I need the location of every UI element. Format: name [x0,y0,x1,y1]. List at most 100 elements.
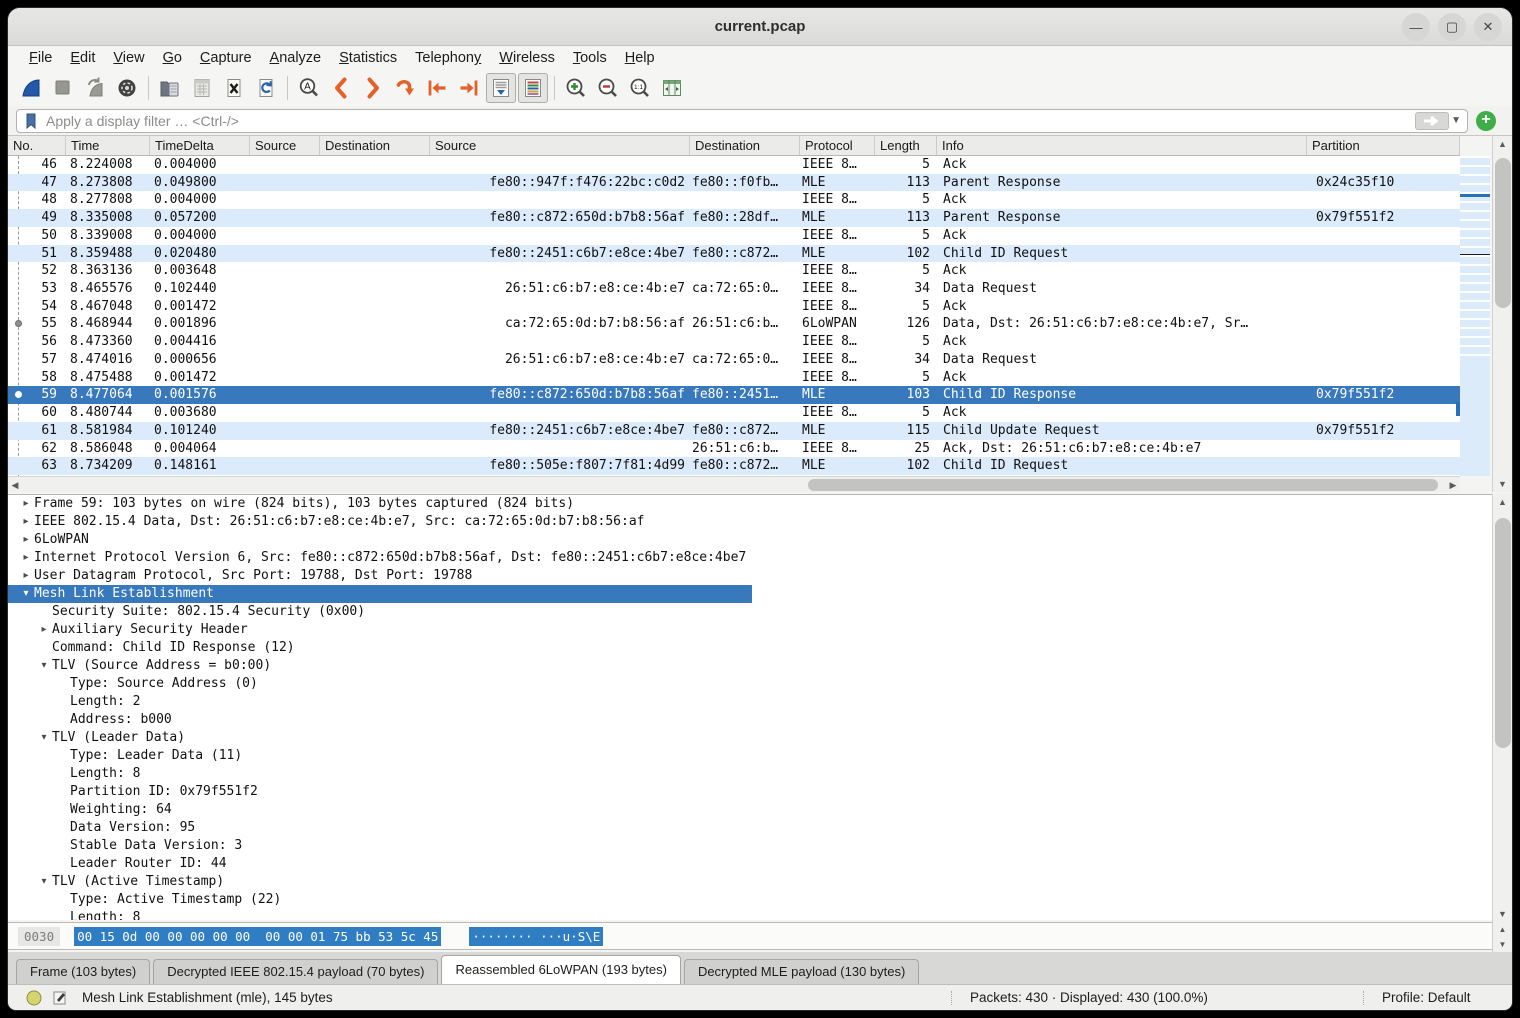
column-header-length-8[interactable]: Length [875,136,937,155]
packet-row-55[interactable]: 558.4689440.001896ca:72:65:0d:b7:b8:56:a… [8,315,1460,333]
column-header-info-9[interactable]: Info [937,136,1307,155]
title-bar[interactable]: current.pcap — ▢ ✕ [8,8,1512,46]
packet-list-minimap[interactable] [1460,156,1490,476]
detail-line[interactable]: ▸Frame 59: 103 bytes on wire (824 bits),… [8,495,1492,513]
packet-row-51[interactable]: 518.3594880.020480fe80::2451:c6b7:e8ce:4… [8,245,1460,263]
resize-columns-button[interactable] [657,73,687,103]
packet-list-header[interactable]: No.TimeTimeDeltaSourceDestinationSourceD… [8,136,1460,156]
packet-row-52[interactable]: 528.3631360.003648IEEE 8…5Ack [8,262,1460,280]
zoom-original-button[interactable]: 1:1 [625,73,655,103]
tree-expanded-icon[interactable]: ▾ [18,585,34,603]
packet-row-59[interactable]: 598.4770640.001576fe80::c872:650d:b7b8:5… [8,386,1460,404]
restart-capture-button[interactable] [80,73,110,103]
last-packet-button[interactable] [454,73,484,103]
packet-row-46[interactable]: 468.2240080.004000IEEE 8…5Ack [8,156,1460,174]
packet-row-48[interactable]: 488.2778080.004000IEEE 8…5Ack [8,191,1460,209]
detail-line[interactable]: Type: Source Address (0) [8,675,1492,693]
detail-line[interactable]: ▾TLV (Active Timestamp) [8,873,1492,891]
menu-telephony[interactable]: Telephony [406,48,490,68]
menu-analyze[interactable]: Analyze [261,48,331,68]
detail-line[interactable]: Address: b000 [8,711,1492,729]
find-packet-button[interactable]: A [294,73,324,103]
start-capture-button[interactable] [16,73,46,103]
add-filter-button[interactable]: + [1476,111,1496,131]
column-header-partition-10[interactable]: Partition [1307,136,1460,155]
menu-statistics[interactable]: Statistics [330,48,406,68]
menu-go[interactable]: Go [154,48,191,68]
display-filter-input[interactable]: Apply a display filter … <Ctrl-/> ▼ [16,109,1468,133]
detail-line[interactable]: Stable Data Version: 3 [8,837,1492,855]
column-header-source-3[interactable]: Source [250,136,320,155]
menu-file[interactable]: File [20,48,61,68]
column-header-timedelta-2[interactable]: TimeDelta [150,136,250,155]
first-packet-button[interactable] [422,73,452,103]
byte-view-tab[interactable]: Decrypted MLE payload (130 bytes) [684,959,919,984]
column-header-destination-6[interactable]: Destination [690,136,800,155]
close-file-button[interactable] [219,73,249,103]
close-button[interactable]: ✕ [1474,13,1502,41]
menu-wireless[interactable]: Wireless [490,48,564,68]
detail-line[interactable]: Length: 2 [8,693,1492,711]
colorize-button[interactable] [518,73,548,103]
detail-line[interactable]: ▸6LoWPAN [8,531,1492,549]
tree-collapsed-icon[interactable]: ▸ [18,495,34,513]
packet-row-57[interactable]: 578.4740160.00065626:51:c6:b7:e8:ce:4b:e… [8,351,1460,369]
detail-line[interactable]: ▸Auxiliary Security Header [8,621,1492,639]
stop-capture-button[interactable] [48,73,78,103]
detail-line[interactable]: Command: Child ID Response (12) [8,639,1492,657]
packet-row-47[interactable]: 478.2738080.049800fe80::947f:f476:22bc:c… [8,174,1460,192]
packet-row-60[interactable]: 608.4807440.003680IEEE 8…5Ack [8,404,1460,422]
zoom-in-button[interactable] [561,73,591,103]
detail-line[interactable]: ▸IEEE 802.15.4 Data, Dst: 26:51:c6:b7:e8… [8,513,1492,531]
detail-line[interactable]: ▾TLV (Leader Data) [8,729,1492,747]
bookmark-icon[interactable] [22,112,40,130]
column-header-protocol-7[interactable]: Protocol [800,136,875,155]
detail-line[interactable]: ▾Mesh Link Establishment [8,585,752,603]
column-header-time-1[interactable]: Time [66,136,150,155]
hex-scrollbar[interactable]: ▲▼ [1492,922,1512,952]
detail-line[interactable]: ▾TLV (Source Address = b0:00) [8,657,1492,675]
hex-ascii[interactable]: ········ ···u·S\E [469,927,603,946]
packet-row-49[interactable]: 498.3350080.057200fe80::c872:650d:b7b8:5… [8,209,1460,227]
details-vscrollbar[interactable]: ▲ ▼ [1492,494,1512,922]
packet-list-hscrollbar[interactable]: ◀ ▶ [8,476,1460,492]
tree-expanded-icon[interactable]: ▾ [36,657,52,675]
detail-line[interactable]: ▸Internet Protocol Version 6, Src: fe80:… [8,549,1492,567]
go-forward-button[interactable] [358,73,388,103]
byte-view-tab[interactable]: Decrypted IEEE 802.15.4 payload (70 byte… [153,959,438,984]
column-header-destination-4[interactable]: Destination [320,136,430,155]
reload-file-button[interactable] [251,73,281,103]
packet-row-56[interactable]: 568.4733600.004416IEEE 8…5Ack [8,333,1460,351]
save-file-button[interactable] [187,73,217,103]
packet-row-58[interactable]: 588.4754880.001472IEEE 8…5Ack [8,369,1460,387]
detail-line[interactable]: Type: Leader Data (11) [8,747,1492,765]
apply-filter-button[interactable] [1415,112,1449,130]
packet-row-63[interactable]: 638.7342090.148161fe80::505e:f807:7f81:4… [8,457,1460,475]
hex-bytes[interactable]: 00 15 0d 00 00 00 00 00 00 00 01 75 bb 5… [74,927,441,946]
byte-view-tab[interactable]: Frame (103 bytes) [16,959,150,984]
packet-row-54[interactable]: 548.4670480.001472IEEE 8…5Ack [8,298,1460,316]
detail-line[interactable]: Leader Router ID: 44 [8,855,1492,873]
detail-line[interactable]: Length: 8 [8,765,1492,783]
menu-capture[interactable]: Capture [191,48,261,68]
expert-info-icon[interactable] [26,990,42,1006]
menu-view[interactable]: View [104,48,153,68]
menu-edit[interactable]: Edit [61,48,104,68]
tree-collapsed-icon[interactable]: ▸ [18,567,34,585]
detail-line[interactable]: ▸User Datagram Protocol, Src Port: 19788… [8,567,1492,585]
detail-line[interactable]: Data Version: 95 [8,819,1492,837]
detail-line[interactable]: Weighting: 64 [8,801,1492,819]
column-header-source-5[interactable]: Source [430,136,690,155]
column-header-no-0[interactable]: No. [8,136,66,155]
maximize-button[interactable]: ▢ [1438,13,1466,41]
menu-tools[interactable]: Tools [564,48,616,68]
tree-collapsed-icon[interactable]: ▸ [18,531,34,549]
tree-expanded-icon[interactable]: ▾ [36,729,52,747]
tree-collapsed-icon[interactable]: ▸ [18,513,34,531]
tree-expanded-icon[interactable]: ▾ [36,873,52,891]
go-back-button[interactable] [326,73,356,103]
menu-help[interactable]: Help [616,48,664,68]
packet-row-61[interactable]: 618.5819840.101240fe80::2451:c6b7:e8ce:4… [8,422,1460,440]
profile-indicator[interactable]: Profile: Default [1382,990,1471,1005]
filter-dropdown-caret[interactable]: ▼ [1451,115,1461,126]
